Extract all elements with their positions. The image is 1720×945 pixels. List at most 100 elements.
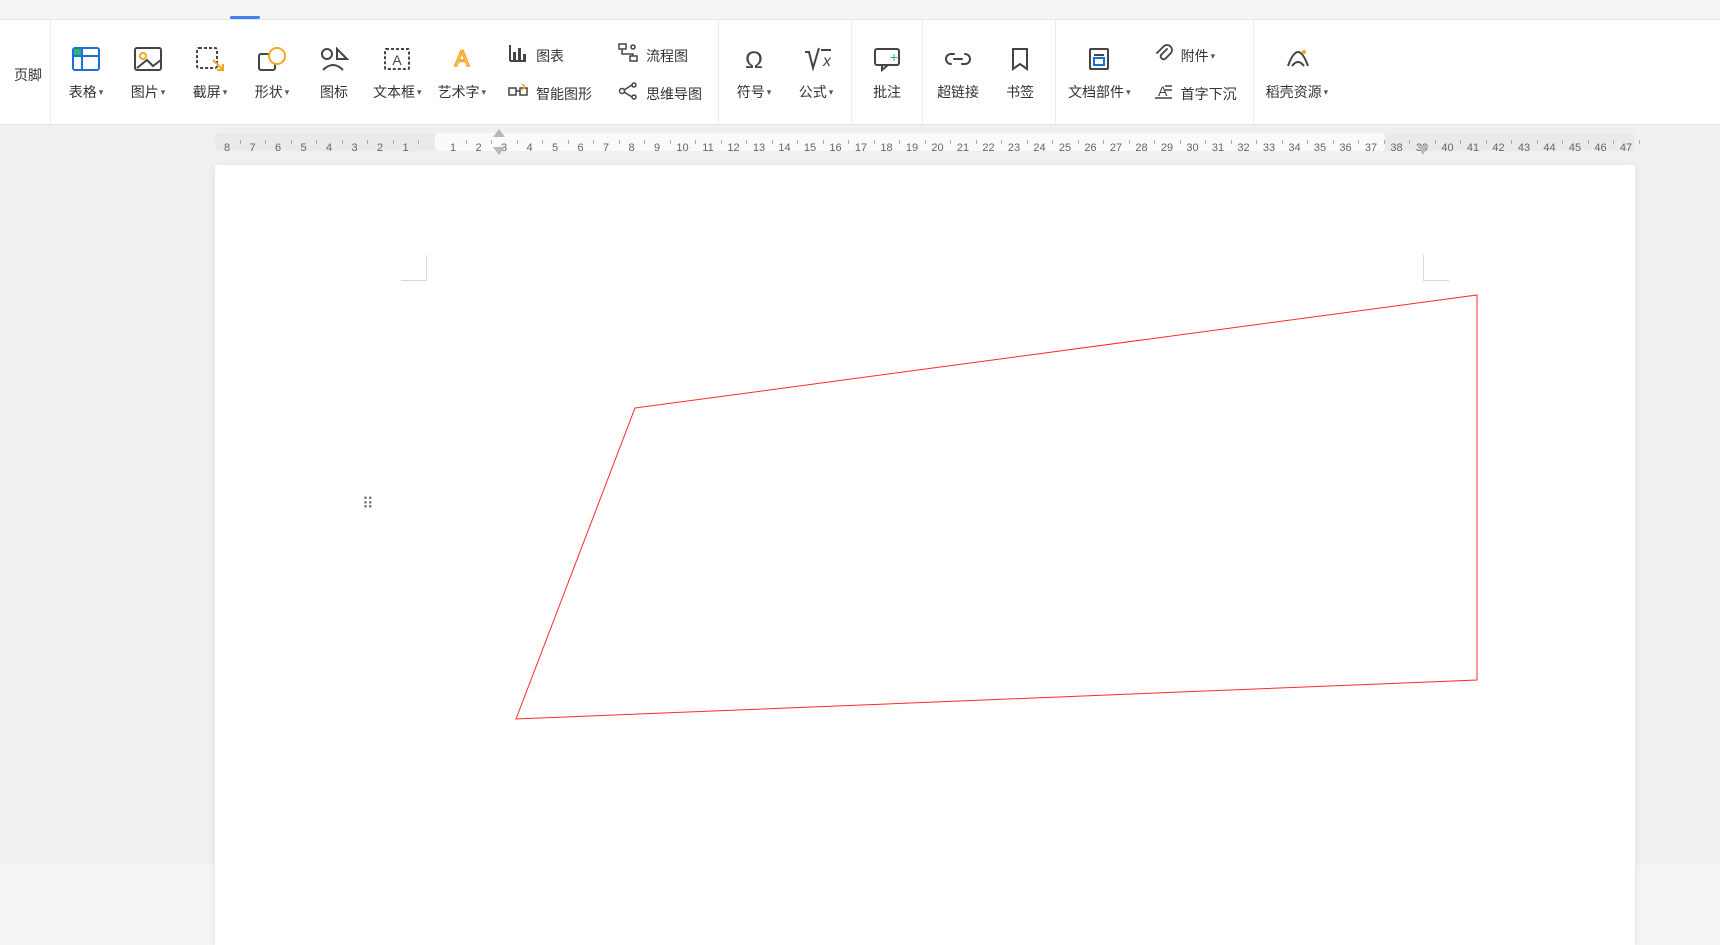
ruler-number: 2 (377, 142, 383, 154)
ruler-number: 45 (1569, 142, 1581, 154)
ruler-number: 4 (526, 142, 532, 154)
svg-text:+: + (890, 49, 898, 65)
label: 首字下沉 (1181, 84, 1237, 104)
chevron-down-icon: ▾ (285, 87, 290, 98)
chevron-down-icon: ▾ (99, 87, 104, 98)
comment-icon: + (872, 42, 902, 76)
ruler-number: 13 (753, 142, 765, 154)
equation-button[interactable]: x 公式▾ (787, 29, 845, 115)
ruler-number: 19 (906, 142, 918, 154)
active-tab-underline (230, 16, 260, 19)
label: 艺术字 (438, 82, 480, 102)
label: 文本框 (373, 82, 415, 102)
chart-icon (506, 41, 530, 65)
wordart-button[interactable]: A 艺术字▾ (432, 29, 493, 115)
right-indent-marker[interactable] (1417, 145, 1429, 155)
ruler-number: 11 (702, 142, 713, 154)
paperclip-icon (1151, 41, 1175, 65)
dropcap-button[interactable]: A 首字下沉 (1141, 74, 1247, 108)
ruler-number: 16 (829, 142, 841, 154)
docparts-button[interactable]: 文档部件▾ (1062, 29, 1137, 115)
ruler-number: 6 (275, 142, 281, 154)
chevron-down-icon: ▾ (1324, 87, 1329, 98)
ruler-number: 31 (1212, 142, 1224, 154)
ruler-number: 43 (1518, 142, 1530, 154)
ruler-number: 27 (1110, 142, 1122, 154)
docparts-icon (1084, 42, 1114, 76)
ruler-number: 38 (1390, 142, 1402, 154)
chevron-down-icon: ▾ (767, 87, 772, 98)
document-page[interactable]: ⠿ (215, 165, 1635, 945)
ruler-number: 8 (628, 142, 634, 154)
label: 批注 (873, 82, 901, 102)
left-indent-marker[interactable] (493, 147, 505, 155)
ruler-number: 7 (603, 142, 609, 154)
label: 超链接 (937, 82, 979, 102)
table-icon (71, 42, 101, 76)
label: 页脚 (14, 65, 42, 85)
chevron-down-icon: ▾ (829, 87, 834, 98)
ruler-number: 2 (475, 142, 481, 154)
ruler-number: 29 (1161, 142, 1173, 154)
first-line-indent-marker[interactable] (493, 129, 505, 137)
smartshape-button[interactable]: 智能图形 (496, 74, 602, 108)
smartshape-icon (506, 79, 530, 103)
label: 稻壳资源 (1266, 82, 1322, 102)
bookmark-button[interactable]: 书签 (991, 29, 1049, 115)
ruler-number: 4 (326, 142, 332, 154)
horizontal-ruler[interactable]: 8765432112345678910111213141516171819202… (215, 133, 1635, 151)
table-button[interactable]: 表格▾ (57, 29, 115, 115)
textbox-button[interactable]: A 文本框▾ (367, 29, 428, 115)
attachment-button[interactable]: 附件 ▾ (1141, 36, 1247, 70)
label: 附件 (1181, 46, 1209, 66)
ruler-number: 36 (1339, 142, 1351, 154)
parallelogram-shape[interactable] (215, 165, 1635, 945)
ruler-number: 15 (804, 142, 816, 154)
tab-strip (0, 0, 1720, 20)
ruler-number: 47 (1620, 142, 1632, 154)
chart-button[interactable]: 图表 (496, 36, 602, 70)
workspace: 8765432112345678910111213141516171819202… (0, 125, 1720, 865)
chevron-down-icon: ▾ (417, 87, 422, 98)
ruler-number: 10 (676, 142, 688, 154)
ruler-number: 25 (1059, 142, 1071, 154)
ruler-number: 22 (982, 142, 994, 154)
hyperlink-button[interactable]: 超链接 (929, 29, 987, 115)
ruler-number: 1 (450, 142, 456, 154)
picture-button[interactable]: 图片▾ (119, 29, 177, 115)
shape-button[interactable]: 形状▾ (243, 29, 301, 115)
icons-icon (319, 42, 349, 76)
label: 符号 (737, 82, 765, 102)
ribbon-toolbar: 页脚 表格▾ 图片▾ 截屏▾ 形状▾ (0, 20, 1720, 125)
label: 书签 (1006, 82, 1034, 102)
chevron-down-icon: ▾ (1126, 87, 1131, 98)
ruler-number: 5 (552, 142, 558, 154)
label: 思维导图 (646, 84, 702, 104)
svg-text:Ω: Ω (745, 47, 763, 72)
label: 截屏 (193, 82, 221, 102)
comment-button[interactable]: + 批注 (858, 29, 916, 115)
icon-button[interactable]: 图标 (305, 29, 363, 115)
label: 图片 (131, 82, 159, 102)
ruler-number: 3 (351, 142, 357, 154)
header-footer-button[interactable]: 页脚 (12, 29, 44, 115)
label: 流程图 (646, 46, 688, 66)
link-icon (943, 42, 973, 76)
label: 表格 (69, 82, 97, 102)
label: 形状 (255, 82, 283, 102)
ruler-number: 32 (1237, 142, 1249, 154)
chevron-down-icon: ▾ (223, 87, 228, 98)
flowchart-button[interactable]: 流程图 (606, 36, 712, 70)
flowchart-icon (616, 41, 640, 65)
picture-icon (133, 42, 163, 76)
mindmap-button[interactable]: 思维导图 (606, 74, 712, 108)
symbol-button[interactable]: Ω 符号▾ (725, 29, 783, 115)
screenshot-button[interactable]: 截屏▾ (181, 29, 239, 115)
docer-resource-button[interactable]: 稻壳资源▾ (1260, 29, 1335, 115)
label: 图表 (536, 46, 564, 66)
resource-icon (1282, 42, 1312, 76)
bookmark-icon (1005, 42, 1035, 76)
ruler-number: 6 (577, 142, 583, 154)
shape-icon (257, 42, 287, 76)
ruler-number: 23 (1008, 142, 1020, 154)
